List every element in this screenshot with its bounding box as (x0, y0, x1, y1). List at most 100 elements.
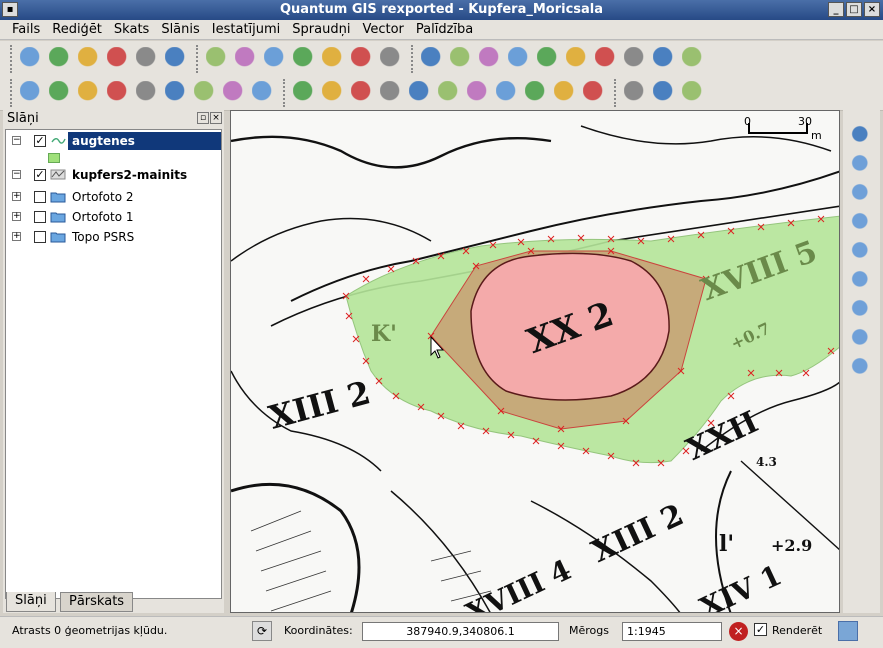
menu-edit[interactable]: Rediģēt (46, 20, 108, 40)
add-postgis-icon[interactable] (264, 47, 288, 71)
menu-view[interactable]: Skats (108, 20, 155, 40)
render-checkbox[interactable]: ✓ (754, 623, 767, 636)
refresh-icon[interactable] (849, 356, 873, 378)
zoom-tool-icon[interactable] (682, 81, 706, 105)
add-ring-icon[interactable] (351, 81, 375, 105)
new-project-icon[interactable] (20, 47, 44, 71)
remove-layer-icon[interactable] (380, 47, 404, 71)
pan-icon[interactable] (849, 124, 873, 146)
attribute-table-icon[interactable] (508, 47, 532, 71)
maximize-button[interactable]: □ (846, 2, 862, 17)
scalebar-icon[interactable] (653, 81, 677, 105)
text-annotation-icon[interactable] (682, 47, 706, 71)
expand-icon[interactable]: + (12, 212, 21, 221)
float-panel-button[interactable]: ▫ (197, 112, 209, 124)
zoom-in-icon[interactable] (849, 153, 873, 175)
save-project-icon[interactable] (78, 47, 102, 71)
layer-row-topo[interactable]: + Topo PSRS (6, 228, 221, 246)
zoom-selection-icon[interactable] (849, 240, 873, 262)
reshape-icon[interactable] (496, 81, 520, 105)
deselect-icon[interactable] (479, 47, 503, 71)
copy-icon[interactable] (223, 81, 247, 105)
layer-checkbox[interactable]: ✓ (34, 135, 46, 147)
merge-icon[interactable] (554, 81, 578, 105)
projection-icon[interactable] (838, 621, 858, 641)
toolbar-grip[interactable] (10, 45, 15, 73)
layer-checkbox[interactable] (34, 191, 46, 203)
close-panel-button[interactable]: × (210, 112, 222, 124)
toolbar-grip[interactable] (196, 45, 201, 73)
layer-row-ortofoto2[interactable]: + Ortofoto 2 (6, 188, 221, 206)
identify-icon[interactable] (421, 47, 445, 71)
layer-checkbox[interactable] (34, 231, 46, 243)
spelling-icon[interactable] (653, 47, 677, 71)
layer-checkbox[interactable] (34, 211, 46, 223)
map-tips-icon[interactable] (566, 47, 590, 71)
expand-icon[interactable]: + (12, 232, 21, 241)
toggle-extents-icon[interactable]: ⟳ (252, 621, 272, 641)
toolbar-grip[interactable] (614, 79, 619, 107)
paste-icon[interactable] (252, 81, 276, 105)
print-icon[interactable] (165, 47, 189, 71)
delete-ring-icon[interactable] (438, 81, 462, 105)
menu-file[interactable]: Fails (0, 20, 46, 40)
window-menu-button[interactable]: ▪ (2, 2, 18, 17)
map-canvas[interactable]: XX 2 XVIII 5 XIII 2 XXII XIII 2 XIV 1 XV… (230, 110, 840, 613)
toolbar-grip[interactable] (10, 79, 15, 107)
layer-row-kupfers2[interactable]: − ✓ kupfers2-mainits (6, 166, 221, 184)
menu-settings[interactable]: Iestatījumi (206, 20, 287, 40)
layer-row-ortofoto1[interactable]: + Ortofoto 1 (6, 208, 221, 226)
layer-checkbox[interactable]: ✓ (34, 169, 46, 181)
fill-ring-icon[interactable] (409, 81, 433, 105)
menu-plugins[interactable]: Spraudņi (286, 20, 356, 40)
menu-vector[interactable]: Vector (356, 20, 409, 40)
zoom-next-icon[interactable] (849, 327, 873, 349)
zoom-full-icon[interactable] (849, 211, 873, 233)
save-edits-icon[interactable] (49, 81, 73, 105)
print-composer-icon[interactable] (136, 47, 160, 71)
select-icon[interactable] (450, 47, 474, 71)
zoom-layer-icon[interactable] (849, 269, 873, 291)
layer-row-augtenes[interactable]: − ✓ augtenes (6, 132, 221, 150)
add-wfs-icon[interactable] (351, 47, 375, 71)
tab-overview[interactable]: Pārskats (60, 592, 134, 612)
redo-icon[interactable] (322, 81, 346, 105)
scale-field[interactable]: 1:1945 (622, 622, 722, 641)
add-island-icon[interactable] (380, 81, 404, 105)
open-project-icon[interactable] (49, 47, 73, 71)
home-add-icon[interactable] (624, 47, 648, 71)
home-icon[interactable] (595, 47, 619, 71)
gps-icon[interactable] (624, 81, 648, 105)
zoom-last-icon[interactable] (849, 298, 873, 320)
rotate-icon[interactable] (583, 81, 607, 105)
split-icon[interactable] (525, 81, 549, 105)
measure-icon[interactable] (537, 47, 561, 71)
toolbar-grip[interactable] (411, 45, 416, 73)
move-feature-icon[interactable] (107, 81, 131, 105)
capture-polygon-icon[interactable] (78, 81, 102, 105)
tab-layers[interactable]: Slāņi (6, 592, 56, 612)
undo-icon[interactable] (293, 81, 317, 105)
add-vector-icon[interactable] (235, 47, 259, 71)
expand-icon[interactable]: + (12, 192, 21, 201)
toggle-edit-icon[interactable] (20, 81, 44, 105)
delete-selected-icon[interactable] (165, 81, 189, 105)
menu-help[interactable]: Palīdzība (410, 20, 479, 40)
cut-icon[interactable] (194, 81, 218, 105)
coords-field[interactable]: 387940.9,340806.1 (362, 622, 559, 641)
menu-layer[interactable]: Slānis (155, 20, 205, 40)
delete-part-icon[interactable] (467, 81, 491, 105)
collapse-icon[interactable]: − (12, 170, 21, 179)
add-wms-icon[interactable] (322, 47, 346, 71)
add-spatialite-icon[interactable] (293, 47, 317, 71)
node-tool-icon[interactable] (136, 81, 160, 105)
zoom-out-icon[interactable] (849, 182, 873, 204)
toolbar-grip[interactable] (283, 79, 288, 107)
add-raster-icon[interactable] (206, 47, 230, 71)
stop-render-icon[interactable]: × (729, 622, 748, 641)
minimize-button[interactable]: _ (828, 2, 844, 17)
close-button[interactable]: × (864, 2, 880, 17)
map-svg[interactable]: XX 2 XVIII 5 XIII 2 XXII XIII 2 XIV 1 XV… (231, 111, 840, 613)
save-as-icon[interactable] (107, 47, 131, 71)
collapse-icon[interactable]: − (12, 136, 21, 145)
